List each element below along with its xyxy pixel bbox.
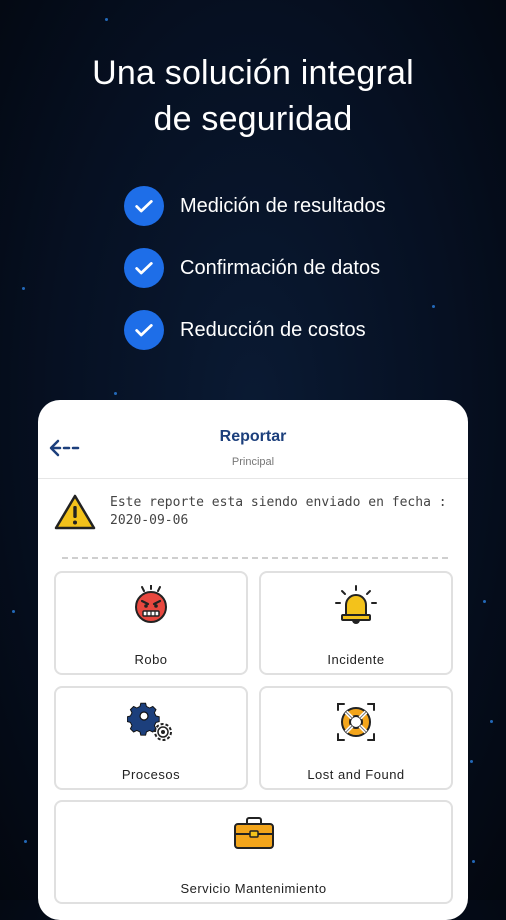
date-notice: Este reporte esta siendo enviado en fech… [54, 494, 454, 535]
tile-robo[interactable]: Robo [54, 571, 248, 675]
tile-label: Procesos [121, 767, 181, 782]
angry-face-icon [131, 584, 171, 630]
page-subtitle: Principal [231, 456, 275, 468]
tile-label: Servicio Mantenimiento [180, 881, 327, 896]
feature-item: Reducción de costos [124, 309, 386, 351]
lifebuoy-icon [334, 700, 378, 749]
notice-text: Este reporte esta siendo enviado en fech… [110, 495, 447, 510]
tile-label: Lost and Found [307, 767, 405, 782]
headline-line-2: de seguridad [153, 100, 353, 138]
warning-icon [54, 494, 96, 535]
feature-item: Medición de resultados [124, 185, 386, 227]
tile-incidente[interactable]: Incidente [259, 571, 453, 675]
tile-procesos[interactable]: Procesos [54, 686, 248, 790]
check-circle-icon [124, 248, 164, 288]
tile-lost-and-found[interactable]: Lost and Found [259, 686, 453, 790]
check-circle-icon [124, 310, 164, 350]
gears-icon [126, 700, 175, 749]
feature-label: Medición de resultados [180, 194, 386, 217]
headline-line-1: Una solución integral [92, 54, 414, 92]
tile-servicio-mantenimiento[interactable]: Servicio Mantenimiento [54, 800, 453, 904]
notice-date: 2020-09-06 [110, 513, 189, 528]
app-header: Reportar Principal [38, 400, 468, 479]
check-circle-icon [124, 186, 164, 226]
page-title: Reportar [219, 428, 287, 445]
app-screen-card: Reportar Principal Este reporte esta sie… [38, 400, 468, 920]
tile-label: Robo [134, 652, 168, 667]
feature-label: Reducción de costos [180, 318, 366, 341]
tile-label: Incidente [327, 652, 385, 667]
feature-item: Confirmación de datos [124, 247, 386, 289]
alarm-bell-icon [332, 585, 380, 630]
feature-list: Medición de resultados Confirmación de d… [124, 185, 386, 371]
feature-label: Confirmación de datos [180, 256, 381, 279]
headline: Una solución integral de seguridad [0, 50, 506, 142]
divider [62, 557, 448, 559]
toolbox-icon [232, 814, 276, 857]
